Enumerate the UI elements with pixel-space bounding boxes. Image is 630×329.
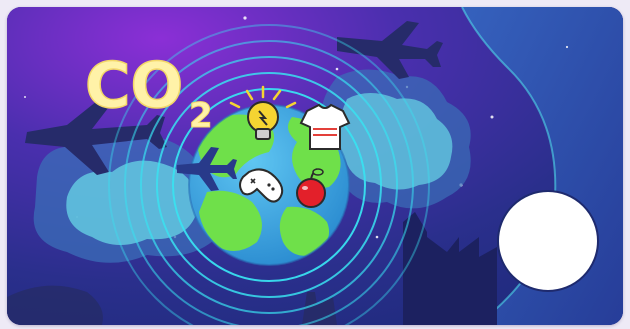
co2-subscript-text: 2	[189, 96, 213, 136]
action-button[interactable]	[497, 190, 599, 292]
co2-main-text: CO	[85, 49, 183, 122]
